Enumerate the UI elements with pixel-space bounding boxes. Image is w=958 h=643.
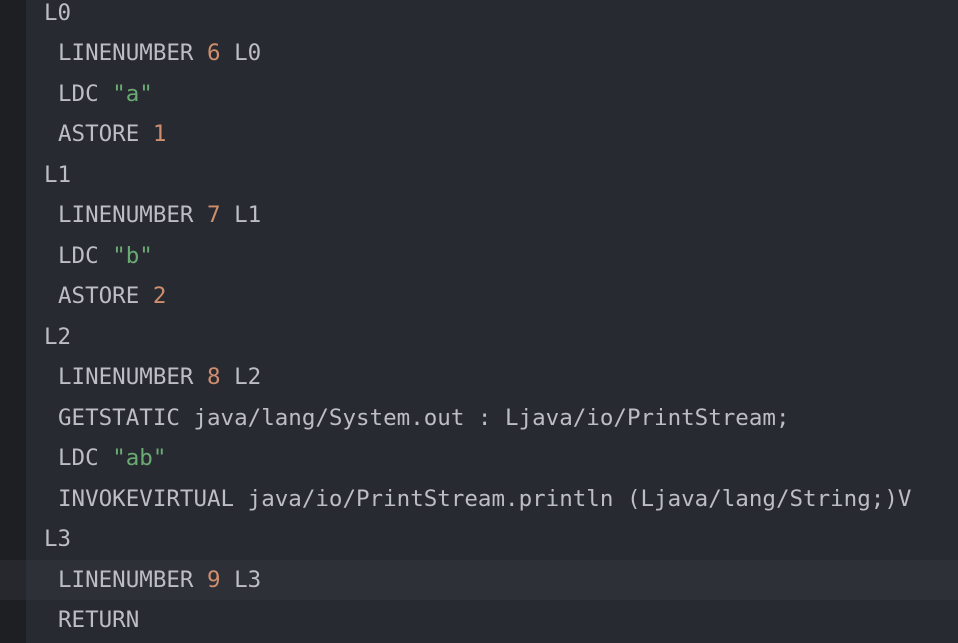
- code-line-instruction[interactable]: LDC "a": [26, 74, 958, 114]
- code-token: LDC: [58, 445, 113, 471]
- code-token: LDC: [58, 81, 113, 107]
- code-token: L3: [44, 526, 72, 552]
- string-token: "ab": [112, 445, 167, 471]
- number-token: 2: [152, 283, 167, 309]
- code-line-instruction[interactable]: GETSTATIC java/lang/System.out : Ljava/i…: [26, 398, 958, 438]
- code-line-instruction[interactable]: RETURN: [26, 600, 958, 640]
- code-token: LINENUMBER: [58, 40, 208, 66]
- code-token: LINENUMBER: [58, 364, 208, 390]
- code-token: INVOKEVIRTUAL java/io/PrintStream.printl…: [58, 486, 912, 512]
- number-token: 6: [207, 40, 221, 66]
- code-line-instruction[interactable]: LDC "ab": [26, 438, 958, 478]
- code-line-label[interactable]: L0: [26, 0, 958, 33]
- code-token: L1: [220, 202, 262, 228]
- code-token: GETSTATIC java/lang/System.out : Ljava/i…: [58, 405, 790, 431]
- string-token: "a": [112, 81, 153, 107]
- code-line-label[interactable]: L1: [26, 155, 958, 195]
- number-token: 7: [207, 202, 221, 228]
- code-line-label[interactable]: L2: [26, 317, 958, 357]
- code-line-label[interactable]: L3: [26, 519, 958, 559]
- code-area[interactable]: L0 LINENUMBER 6 L0 LDC "a" ASTORE 1 L1 LINENU…: [0, 0, 958, 643]
- code-token: LINENUMBER: [58, 567, 208, 593]
- code-token: LINENUMBER: [58, 202, 208, 228]
- number-token: 1: [152, 121, 167, 147]
- code-line-instruction[interactable]: LINENUMBER 8 L2: [26, 357, 958, 397]
- code-token: L0: [220, 40, 262, 66]
- code-line-instruction[interactable]: ASTORE 1: [26, 114, 958, 154]
- number-token: 8: [207, 364, 221, 390]
- code-token: L1: [44, 162, 72, 188]
- code-token: L2: [220, 364, 262, 390]
- code-token: L2: [44, 324, 72, 350]
- code-token: ASTORE: [58, 121, 153, 147]
- code-token: L3: [220, 567, 262, 593]
- code-line-instruction[interactable]: LDC "b": [26, 236, 958, 276]
- code-line-instruction[interactable]: ASTORE 2: [26, 276, 958, 316]
- bytecode-editor[interactable]: L0 LINENUMBER 6 L0 LDC "a" ASTORE 1 L1 LINENU…: [0, 0, 958, 643]
- number-token: 9: [207, 567, 221, 593]
- code-token: L0: [44, 0, 72, 26]
- code-line-instruction[interactable]: LINENUMBER 6 L0: [26, 33, 958, 73]
- code-token: LDC: [58, 243, 113, 269]
- string-token: "b": [112, 243, 153, 269]
- code-token: RETURN: [58, 607, 140, 633]
- code-line-instruction[interactable]: LINENUMBER 9 L3: [0, 560, 958, 600]
- code-token: ASTORE: [58, 283, 153, 309]
- code-line-instruction[interactable]: INVOKEVIRTUAL java/io/PrintStream.printl…: [26, 479, 958, 519]
- code-line-instruction[interactable]: LINENUMBER 7 L1: [26, 195, 958, 235]
